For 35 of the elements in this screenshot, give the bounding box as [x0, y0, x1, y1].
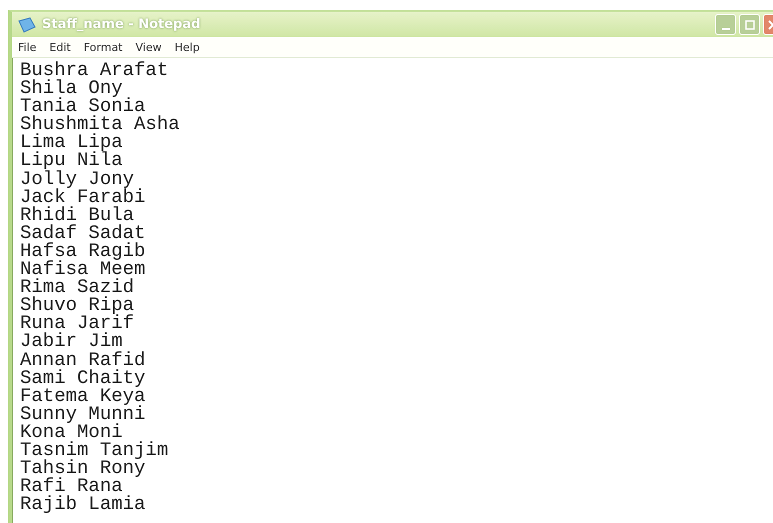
maximize-button[interactable] — [739, 14, 760, 35]
text-line: Shila Ony — [20, 79, 123, 98]
text-line: Sunny Munni — [20, 404, 146, 423]
text-line: Jabir Jim — [20, 332, 123, 350]
menu-item[interactable]: Help — [174, 40, 200, 54]
text-line: Tasnim Tanjim — [20, 440, 168, 460]
text-line: Annan Rafid — [20, 350, 146, 369]
text-line: Hafsa Ragib — [20, 242, 146, 260]
maximize-icon — [744, 20, 754, 30]
text-line: Tahsin Rony — [20, 459, 146, 478]
text-line: Shuvo Ripa — [20, 296, 134, 314]
text-line: Jolly Jony — [20, 170, 134, 188]
minimize-button[interactable] — [715, 14, 736, 35]
text-line: Fatema Keya — [20, 386, 146, 405]
window-title: Staff_name - Notepad — [42, 17, 200, 32]
minimize-icon — [722, 28, 730, 30]
text-line: Rajib Lamia — [20, 495, 146, 514]
text-line: Rhidi Bula — [20, 206, 134, 224]
text-line: Lipu Nila — [20, 151, 123, 170]
text-line: Bushra Arafat — [20, 61, 168, 80]
text-line: Lima Lipa — [20, 133, 123, 152]
text-line: Runa Jarif — [20, 314, 134, 332]
text-line: Rima Sazid — [20, 278, 134, 296]
text-line: Shushmita Asha — [20, 115, 180, 134]
text-line: Rafi Rana — [20, 477, 123, 496]
menu-item[interactable]: File — [18, 40, 36, 54]
text-line: Jack Farabi — [20, 188, 146, 206]
menu-item[interactable]: View — [136, 40, 162, 54]
text-line: Tania Sonia — [20, 97, 146, 116]
text-line: Nafisa Meem — [20, 260, 146, 278]
text-line: Sadaf Sadat — [20, 224, 146, 242]
menu-item[interactable]: Edit — [49, 40, 71, 54]
text-line: Sami Chaity — [20, 368, 146, 387]
menu-item[interactable]: Format — [84, 40, 122, 54]
text-line: Kona Moni — [20, 422, 123, 441]
